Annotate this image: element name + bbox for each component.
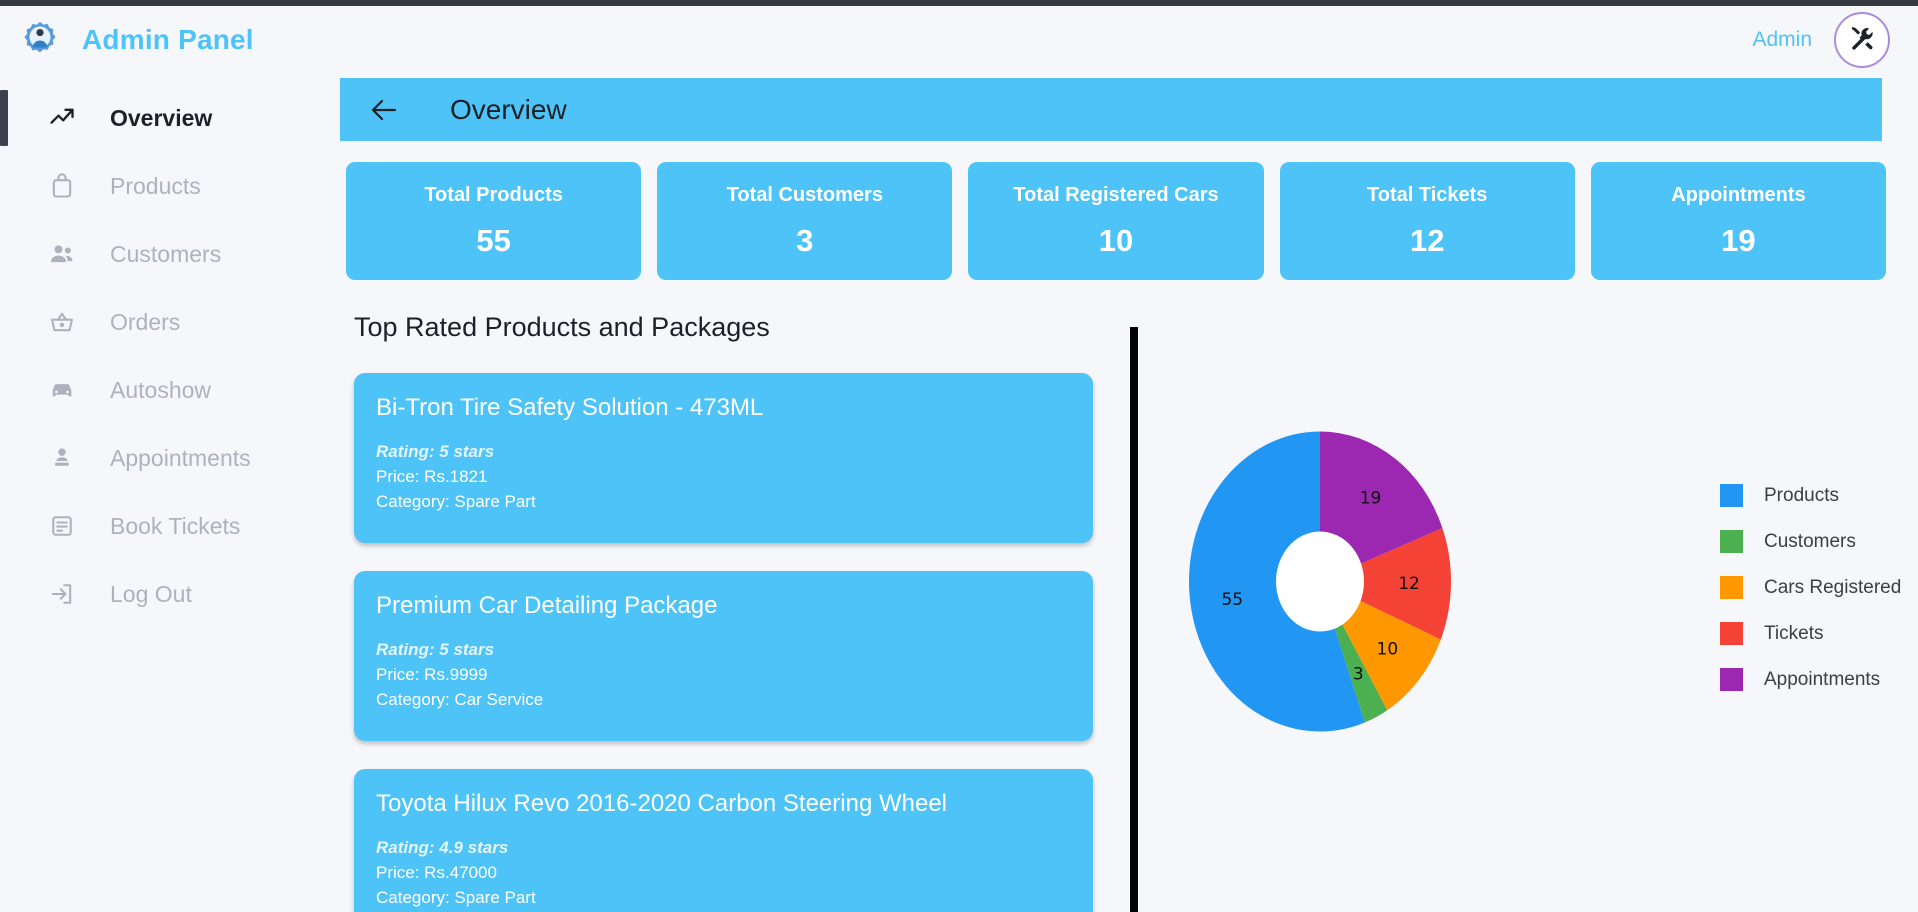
sidebar-item-appointments[interactable]: Appointments [0,424,340,492]
product-rating: Rating: 5 stars [376,442,495,461]
legend-item-products[interactable]: Products [1720,484,1901,507]
sidebar-item-label: Appointments [110,444,251,471]
chart-legend: Products Customers Cars Registered Ticke… [1720,484,1901,691]
stat-label: Total Customers [726,184,883,206]
pie-slice-label: 19 [1360,488,1382,508]
trending-up-icon [48,104,76,132]
sidebar-item-label: Log Out [110,580,192,607]
sidebar: Overview Products Customers Orders Autos… [0,74,340,912]
sidebar-item-label: Products [110,172,201,199]
tools-icon [1847,23,1877,58]
basket-icon [48,308,76,336]
legend-item-tickets[interactable]: Tickets [1720,622,1901,645]
stats-row: Total Products 55 Total Customers 3 Tota… [346,162,1887,280]
avatar[interactable] [1834,12,1890,68]
donut-chart[interactable]: 55 3 10 12 19 [1170,409,1470,754]
stat-value: 55 [476,223,511,258]
product-price: Price: Rs.9999 [376,665,488,684]
sidebar-item-label: Orders [110,308,181,335]
stat-card-total-registered-cars[interactable]: Total Registered Cars 10 [968,162,1264,280]
list-item[interactable]: Premium Car Detailing Package Rating: 5 … [354,571,1093,741]
sidebar-item-label: Autoshow [110,376,212,403]
sidebar-item-products[interactable]: Products [0,152,340,220]
product-name: Toyota Hilux Revo 2016-2020 Carbon Steer… [376,790,947,817]
top-bar: Admin Panel Admin [0,6,1918,74]
product-category: Category: Spare Part [376,492,536,511]
bag-icon [48,172,76,200]
stat-card-appointments[interactable]: Appointments 19 [1590,162,1887,280]
stat-value: 10 [1098,223,1134,258]
product-category: Category: Car Service [376,690,544,709]
section-title: Top Rated Products and Packages [354,312,770,342]
topbar-right-group: Admin [1752,12,1918,68]
product-rating: Rating: 5 stars [376,640,495,659]
stat-label: Total Products [424,184,563,206]
pie-slice-label: 12 [1398,574,1420,594]
product-price: Price: Rs.1821 [376,467,488,486]
legend-label: Products [1764,484,1839,506]
legend-item-appointments[interactable]: Appointments [1720,668,1901,691]
product-name: Bi-Tron Tire Safety Solution - 473ML [376,394,764,421]
sidebar-item-label: Customers [110,240,222,267]
list-item[interactable]: Bi-Tron Tire Safety Solution - 473ML Rat… [354,373,1093,543]
product-rating: Rating: 4.9 stars [376,838,509,857]
pie-slice-label: 10 [1377,639,1399,659]
legend-swatch-appointments [1720,668,1743,691]
main-content: Overview Total Products 55 Total Custome… [340,74,1918,912]
stat-card-total-products[interactable]: Total Products 55 [346,162,642,280]
sidebar-item-label: Overview [110,104,213,131]
product-category: Category: Spare Part [376,888,536,907]
vertical-divider [1130,327,1138,912]
people-icon [48,240,76,268]
pie-slice-label: 55 [1221,590,1243,610]
legend-label: Cars Registered [1764,576,1902,598]
sidebar-item-book-tickets[interactable]: Book Tickets [0,492,340,560]
gear-person-logo-icon [20,20,60,60]
legend-swatch-cars-registered [1720,576,1743,599]
legend-item-customers[interactable]: Customers [1720,530,1901,553]
legend-swatch-products [1720,484,1743,507]
sidebar-item-autoshow[interactable]: Autoshow [0,356,340,424]
pie-slice-label: 3 [1353,665,1364,685]
stat-label: Total Registered Cars [1013,184,1219,206]
summary-chart-panel: 55 3 10 12 19 Products Customers Cars Regist… [1140,304,1918,912]
person-pin-icon [48,444,76,472]
sidebar-item-label: Book Tickets [110,512,241,539]
legend-label: Appointments [1764,668,1881,690]
page-title: Overview [450,93,567,125]
legend-swatch-customers [1720,530,1743,553]
stat-value: 19 [1721,223,1756,258]
admin-user-label[interactable]: Admin [1752,28,1812,52]
sidebar-item-orders[interactable]: Orders [0,288,340,356]
stat-value: 12 [1409,223,1445,258]
sidebar-item-overview[interactable]: Overview [0,84,340,152]
product-name: Premium Car Detailing Package [376,592,718,619]
car-icon [48,376,76,404]
product-list: Bi-Tron Tire Safety Solution - 473ML Rat… [340,343,1115,912]
stat-card-total-tickets[interactable]: Total Tickets 12 [1279,162,1575,280]
legend-label: Customers [1764,530,1856,552]
document-icon [48,512,76,540]
product-price: Price: Rs.47000 [376,863,497,882]
brand-title: Admin Panel [82,24,254,55]
back-arrow-icon[interactable] [370,97,398,123]
top-rated-panel[interactable]: Top Rated Products and Packages Bi-Tron … [340,304,1115,912]
stat-label: Total Tickets [1367,184,1488,206]
stat-card-total-customers[interactable]: Total Customers 3 [657,162,953,280]
logout-icon [48,580,76,608]
legend-item-cars-registered[interactable]: Cars Registered [1720,576,1901,599]
page-header-bar: Overview [340,78,1882,141]
list-item[interactable]: Toyota Hilux Revo 2016-2020 Carbon Steer… [354,769,1093,912]
legend-label: Tickets [1764,622,1824,644]
sidebar-item-customers[interactable]: Customers [0,220,340,288]
brand[interactable]: Admin Panel [0,20,254,60]
legend-swatch-tickets [1720,622,1743,645]
stat-value: 3 [796,223,814,258]
sidebar-item-log-out[interactable]: Log Out [0,560,340,628]
stat-label: Appointments [1671,184,1806,206]
